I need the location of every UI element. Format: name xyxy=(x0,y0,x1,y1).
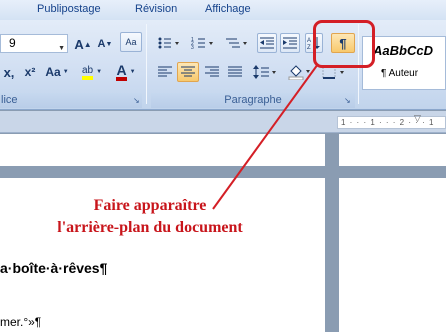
clear-formatting-button[interactable]: Aa xyxy=(120,32,142,52)
increase-indent-button[interactable] xyxy=(280,33,300,53)
increase-indent-icon xyxy=(283,37,297,49)
strikethrough-icon: x, xyxy=(3,64,15,80)
strikethrough-button[interactable]: x, xyxy=(0,62,18,82)
font-color-icon: A xyxy=(116,63,127,81)
up-arrow-icon: ▲ xyxy=(83,39,92,49)
superscript-button[interactable]: x² xyxy=(20,62,40,82)
tab-revision[interactable]: Révision xyxy=(135,3,177,15)
chevron-down-icon: ▼ xyxy=(62,69,69,75)
align-right-icon xyxy=(205,66,219,77)
highlight-color-button[interactable]: ab ▼ xyxy=(77,62,107,82)
bullets-button[interactable] xyxy=(154,33,184,53)
group-divider xyxy=(146,24,147,104)
bullets-icon xyxy=(158,37,179,49)
shading-button[interactable] xyxy=(285,62,315,82)
superscript-icon: x² xyxy=(24,65,36,79)
indent-marker-icon[interactable]: ▽ xyxy=(414,113,422,124)
decrease-indent-button[interactable] xyxy=(257,33,277,53)
page-top-left xyxy=(0,134,325,166)
numbering-icon: 1 2 3 xyxy=(191,37,213,50)
numbering-button[interactable]: 1 2 3 xyxy=(188,33,218,53)
chevron-down-icon[interactable]: ▼ xyxy=(58,40,65,57)
font-size-value: 9 xyxy=(9,36,16,50)
line-spacing-icon xyxy=(253,65,276,79)
dialog-launcher-icon[interactable]: ↘ xyxy=(133,93,140,108)
shrink-font-icon: A xyxy=(97,38,106,50)
multilevel-list-icon xyxy=(226,38,247,48)
grow-font-button[interactable]: A ▲ xyxy=(72,34,94,54)
multilevel-list-button[interactable] xyxy=(222,33,252,53)
annotation-line-1: Faire apparaître xyxy=(93,197,207,214)
grow-font-icon: A xyxy=(74,36,84,52)
svg-text:Z: Z xyxy=(307,45,311,50)
chevron-down-icon: ▼ xyxy=(96,69,103,75)
align-left-button[interactable] xyxy=(154,62,176,82)
align-center-icon xyxy=(181,66,195,77)
font-group-label: lice ↘ xyxy=(0,93,142,108)
tab-publipostage[interactable]: Publipostage xyxy=(37,3,101,15)
paint-bucket-icon xyxy=(288,65,310,80)
tab-affichage[interactable]: Affichage xyxy=(205,3,251,15)
justify-button[interactable] xyxy=(224,62,246,82)
ribbon-tab-strip: Publipostage Révision Affichage xyxy=(0,0,446,20)
change-case-icon: Aa xyxy=(45,65,61,79)
down-arrow-icon: ▼ xyxy=(105,40,113,48)
document-title-line: a·boîte·à·rêves¶ xyxy=(0,260,108,276)
highlighter-icon: ab xyxy=(81,65,94,80)
style-sample: AaBbCcD xyxy=(373,43,433,58)
chevron-down-icon: ▼ xyxy=(129,69,136,75)
style-name: ¶ Auteur xyxy=(381,68,419,79)
clear-formatting-icon: Aa xyxy=(125,37,137,47)
ruler-scale: 1 · · · 1 · · · 2 · · · 1 ▽ xyxy=(337,113,446,129)
page-bottom-right[interactable] xyxy=(339,178,446,332)
paragraph-group-label: Paragraphe ↘ xyxy=(151,93,355,108)
font-color-button[interactable]: A ▼ xyxy=(111,62,141,82)
decrease-indent-icon xyxy=(260,37,274,49)
justify-icon xyxy=(228,66,242,77)
font-size-input[interactable]: 9 ▼ xyxy=(0,34,68,53)
document-body-line: mer.°»¶ xyxy=(0,315,42,329)
horizontal-ruler: 1 · · · 1 · · · 2 · · · 1 ▽ xyxy=(0,111,446,133)
change-case-button[interactable]: Aa ▼ xyxy=(43,62,71,82)
svg-text:3: 3 xyxy=(191,45,194,50)
dialog-launcher-icon[interactable]: ↘ xyxy=(344,93,351,108)
ribbon: 9 ▼ A ▲ A ▼ Aa x, x² Aa ▼ ab ▼ A ▼ lice ↘ xyxy=(0,20,446,110)
page-top-right xyxy=(339,134,446,166)
callout-box xyxy=(313,20,375,68)
shrink-font-button[interactable]: A ▼ xyxy=(95,34,115,54)
align-right-button[interactable] xyxy=(201,62,223,82)
align-left-icon xyxy=(158,66,172,77)
annotation-line-2: l'arrière-plan du document xyxy=(57,219,243,236)
align-center-button[interactable] xyxy=(177,62,199,82)
svg-text:A: A xyxy=(307,38,311,44)
line-spacing-button[interactable] xyxy=(250,62,280,82)
